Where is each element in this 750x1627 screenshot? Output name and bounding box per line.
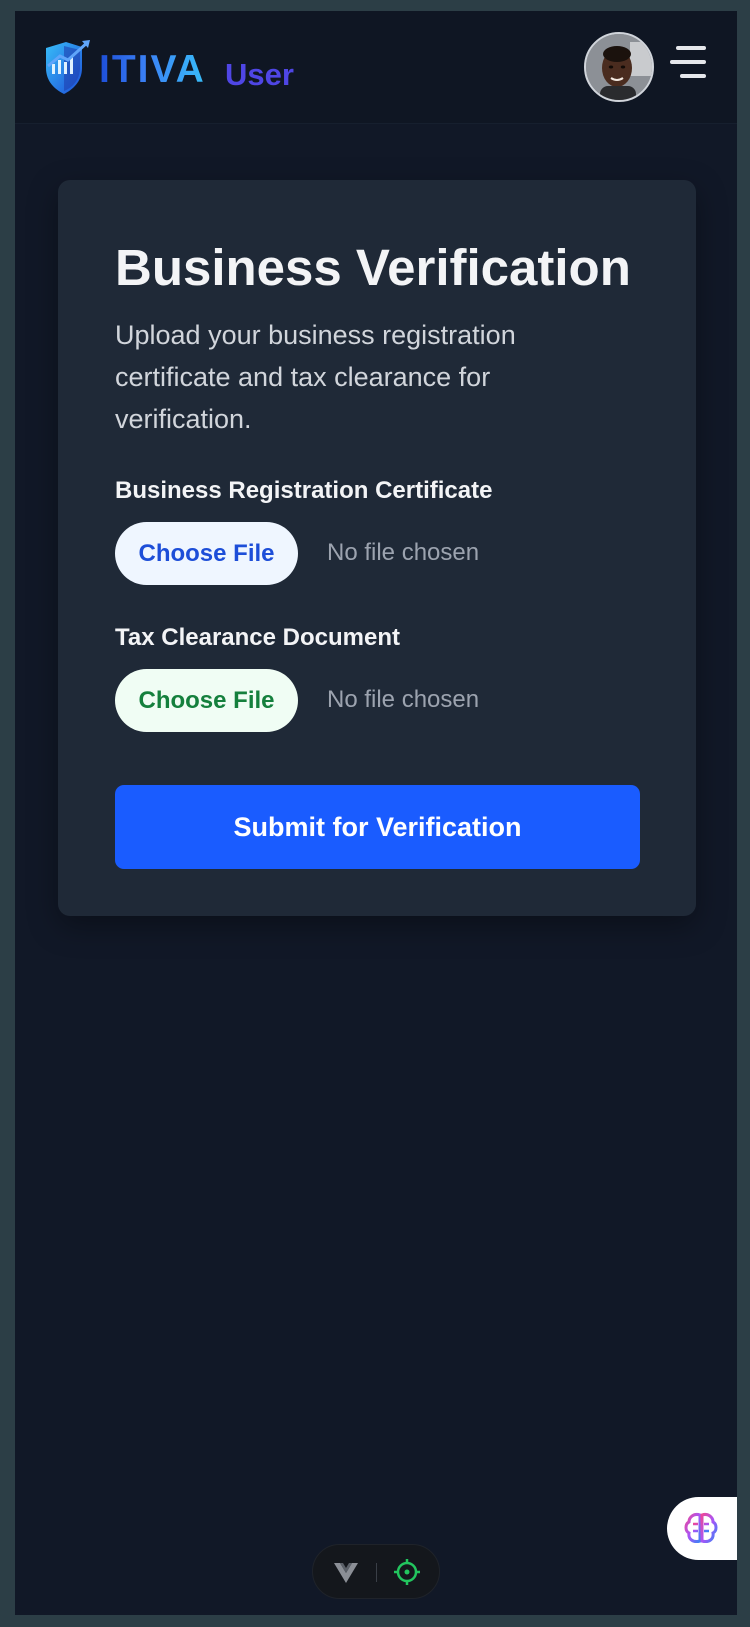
logo-wordmark: ITIVA — [99, 48, 206, 91]
avatar-photo — [586, 34, 652, 100]
verification-card: Business Verification Upload your busine… — [58, 180, 696, 916]
crosshair-icon[interactable] — [392, 1557, 422, 1587]
vue-logo-icon[interactable] — [331, 1557, 361, 1587]
app-frame: ITIVA User Business Verification Upload … — [15, 11, 737, 1615]
tax-clearance-file-status: No file chosen — [327, 686, 480, 713]
registration-certificate-file-status: No file chosen — [327, 539, 480, 566]
tax-clearance-label: Tax Clearance Document — [115, 624, 400, 651]
toolbar-divider — [376, 1563, 377, 1582]
top-header: ITIVA User — [15, 11, 737, 124]
hamburger-menu-icon[interactable] — [670, 46, 706, 80]
logo-shield-icon — [42, 38, 92, 96]
ai-assistant-button[interactable] — [667, 1497, 737, 1560]
registration-certificate-choose-file-button[interactable]: Choose File — [115, 522, 298, 585]
submit-verification-button[interactable]: Submit for Verification — [115, 785, 640, 869]
page-title: Business Verification — [115, 239, 631, 296]
registration-certificate-label: Business Registration Certificate — [115, 477, 493, 504]
logo-user-label: User — [225, 57, 294, 92]
dev-toolbar — [312, 1544, 440, 1599]
brain-icon — [684, 1513, 718, 1543]
tax-clearance-choose-file-button[interactable]: Choose File — [115, 669, 298, 732]
page-description: Upload your business registration certif… — [115, 320, 516, 434]
avatar[interactable] — [584, 32, 654, 102]
